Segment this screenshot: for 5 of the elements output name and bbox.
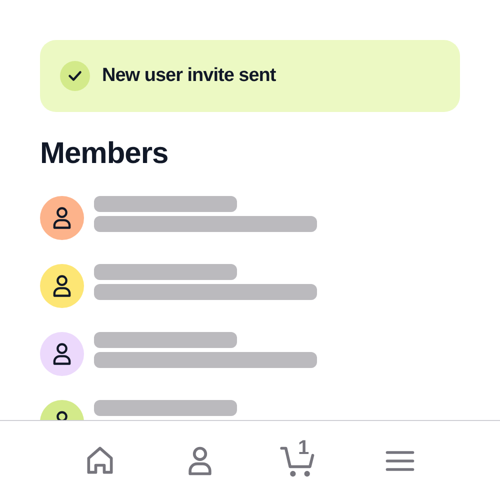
nav-button[interactable]: 1 — [270, 436, 330, 486]
cart-count: 1 — [298, 438, 310, 458]
toast-message: New user invite sent — [102, 64, 276, 88]
check-icon — [60, 61, 90, 91]
section-title: Members — [40, 136, 170, 172]
